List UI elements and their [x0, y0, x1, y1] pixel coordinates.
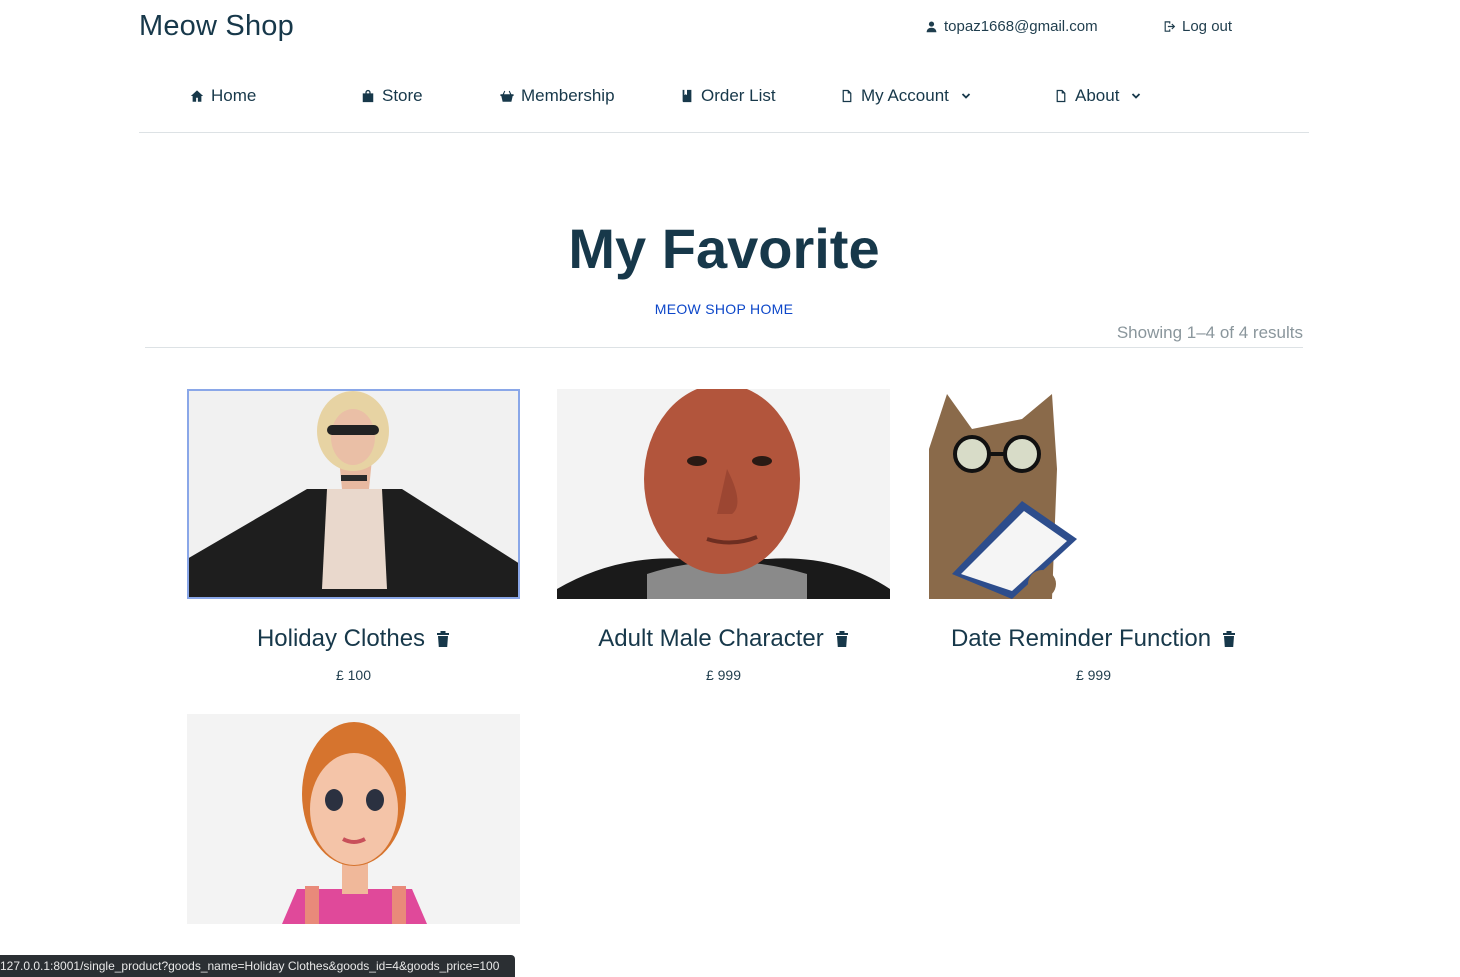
user-icon — [926, 21, 937, 33]
logout-icon — [1164, 21, 1176, 32]
file-icon — [1056, 89, 1066, 103]
product-title-link[interactable]: Adult Male Character — [557, 625, 890, 653]
user-email-link[interactable]: topaz1668@gmail.com — [925, 18, 1098, 35]
nav-about-label: About — [1075, 86, 1120, 105]
user-email-text: topaz1668@gmail.com — [944, 18, 1098, 35]
product-name: Date Reminder Function — [950, 625, 1212, 652]
nav-item-order-list[interactable]: Order List — [680, 86, 776, 106]
product-card: Adult Male Character £ 999 — [557, 389, 890, 683]
product-price: £ 100 — [335, 667, 372, 683]
product-image — [927, 389, 1260, 599]
nav-order-list-label: Order List — [701, 86, 776, 105]
results-count: Showing 1–4 of 4 results — [1116, 323, 1303, 342]
divider — [145, 347, 1303, 348]
nav-item-membership[interactable]: Membership — [500, 86, 615, 106]
product-title-link[interactable]: Date Reminder Function — [927, 625, 1260, 653]
chevron-down-icon — [1132, 93, 1141, 99]
product-image-link[interactable] — [187, 714, 520, 924]
product-name: Adult Male Character — [598, 625, 824, 652]
file-icon — [842, 89, 852, 103]
product-price: £ 999 — [1075, 667, 1112, 683]
nav-item-about[interactable]: About — [1054, 86, 1141, 106]
product-card — [187, 714, 520, 964]
logout-link[interactable]: Log out — [1163, 18, 1232, 35]
breadcrumb-home-link[interactable]: MEOW SHOP HOME — [0, 301, 1448, 317]
product-image — [557, 389, 890, 599]
product-image — [187, 389, 520, 599]
home-icon — [190, 90, 204, 102]
trash-icon[interactable] — [436, 630, 450, 648]
product-card: Date Reminder Function £ 999 — [927, 389, 1260, 683]
book-icon — [682, 89, 692, 103]
product-price: £ 999 — [705, 667, 742, 683]
nav-my-account-label: My Account — [861, 86, 949, 105]
product-image-link[interactable] — [187, 389, 520, 599]
product-image-link[interactable] — [557, 389, 890, 599]
nav-home-label: Home — [211, 86, 257, 105]
nav-store-label: Store — [382, 86, 423, 105]
trash-icon[interactable] — [835, 630, 849, 648]
nav-item-my-account[interactable]: My Account — [840, 86, 971, 106]
main-nav: Home Store Membership Order List My Acco… — [139, 78, 1309, 133]
product-name: Holiday Clothes — [256, 625, 426, 652]
product-card: Holiday Clothes £ 100 — [187, 389, 520, 683]
nav-item-home[interactable]: Home — [190, 86, 256, 106]
bag-icon — [362, 89, 374, 103]
nav-item-store[interactable]: Store — [361, 86, 423, 106]
nav-membership-label: Membership — [521, 86, 615, 105]
basket-icon — [500, 90, 514, 102]
product-image-link[interactable] — [927, 389, 1260, 599]
product-image — [187, 714, 520, 924]
page-title: My Favorite — [568, 217, 880, 280]
trash-icon[interactable] — [1222, 630, 1236, 648]
brand-logo[interactable]: Meow Shop — [139, 10, 294, 43]
browser-status-url: 127.0.0.1:8001/single_product?goods_name… — [0, 955, 515, 977]
logout-label: Log out — [1182, 18, 1233, 35]
product-title-link[interactable]: Holiday Clothes — [187, 625, 520, 653]
chevron-down-icon — [961, 93, 971, 99]
